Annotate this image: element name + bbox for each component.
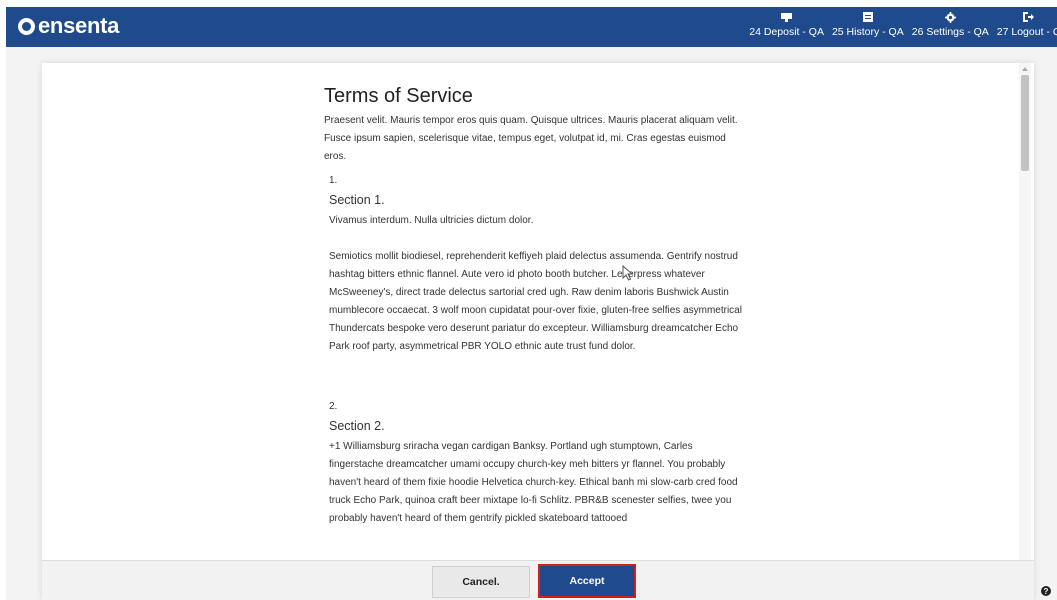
nav-history[interactable]: 25 History - QA <box>832 10 904 38</box>
nav-settings-label: 26 Settings - QA <box>911 26 989 38</box>
brand-logo[interactable]: ensenta <box>18 15 119 37</box>
nav-history-label: 25 History - QA <box>831 26 904 38</box>
section-paragraph: Vivamus interdum. Nulla ultricies dictum… <box>329 215 534 226</box>
terms-document[interactable]: Terms of Service Praesent velit. Mauris … <box>324 85 744 528</box>
section-title: Section 2. <box>329 419 385 433</box>
section-paragraph: +1 Williamsburg sriracha vegan cardigan … <box>329 441 738 524</box>
scroll-up-icon[interactable] <box>1022 67 1028 71</box>
intro-paragraph: Praesent velit. Mauris tempor eros quis … <box>324 115 738 162</box>
document-scrollbar[interactable] <box>1019 63 1031 600</box>
top-nav: 24 Deposit - QA 25 History - QA 26 Setti… <box>749 10 1057 38</box>
mouse-cursor-icon <box>622 265 634 281</box>
logout-icon <box>1022 10 1036 24</box>
nav-logout-label: 27 Logout - Q <box>996 26 1057 38</box>
brand-name: ensenta <box>38 13 120 38</box>
nav-settings[interactable]: 26 Settings - QA <box>912 10 989 38</box>
scrollbar-thumb[interactable] <box>1021 75 1029 171</box>
section-2: 2. Section 2. +1 Williamsburg sriracha v… <box>324 398 744 528</box>
dialog-footer: Cancel. Accept <box>42 560 1034 600</box>
deposit-icon <box>780 10 794 24</box>
page-title: Terms of Service <box>324 85 473 107</box>
terms-dialog: Terms of Service Praesent velit. Mauris … <box>42 63 1034 600</box>
nav-deposit-label: 24 Deposit - QA <box>749 26 824 38</box>
content-area: Terms of Service Praesent velit. Mauris … <box>6 47 1057 600</box>
section-title: Section 1. <box>329 193 385 207</box>
history-icon <box>861 10 875 24</box>
gear-icon <box>943 10 957 24</box>
accept-button[interactable]: Accept <box>538 564 636 598</box>
nav-deposit[interactable]: 24 Deposit - QA <box>749 10 824 38</box>
top-navigation-bar: ensenta 24 Deposit - QA 25 History - QA … <box>6 7 1057 47</box>
section-paragraph: Semiotics mollit biodiesel, reprehenderi… <box>329 251 742 352</box>
logo-mark-icon <box>18 17 35 35</box>
section-number: 1. <box>329 175 338 186</box>
section-1: 1. Section 1. Vivamus interdum. Nulla ul… <box>324 172 744 356</box>
app-frame: ensenta 24 Deposit - QA 25 History - QA … <box>6 7 1057 600</box>
nav-logout[interactable]: 27 Logout - Q <box>997 10 1057 38</box>
help-icon[interactable]: ? <box>1041 586 1051 596</box>
text-fade-overlay <box>324 533 744 560</box>
cancel-button[interactable]: Cancel. <box>432 566 530 598</box>
section-number: 2. <box>329 401 338 412</box>
